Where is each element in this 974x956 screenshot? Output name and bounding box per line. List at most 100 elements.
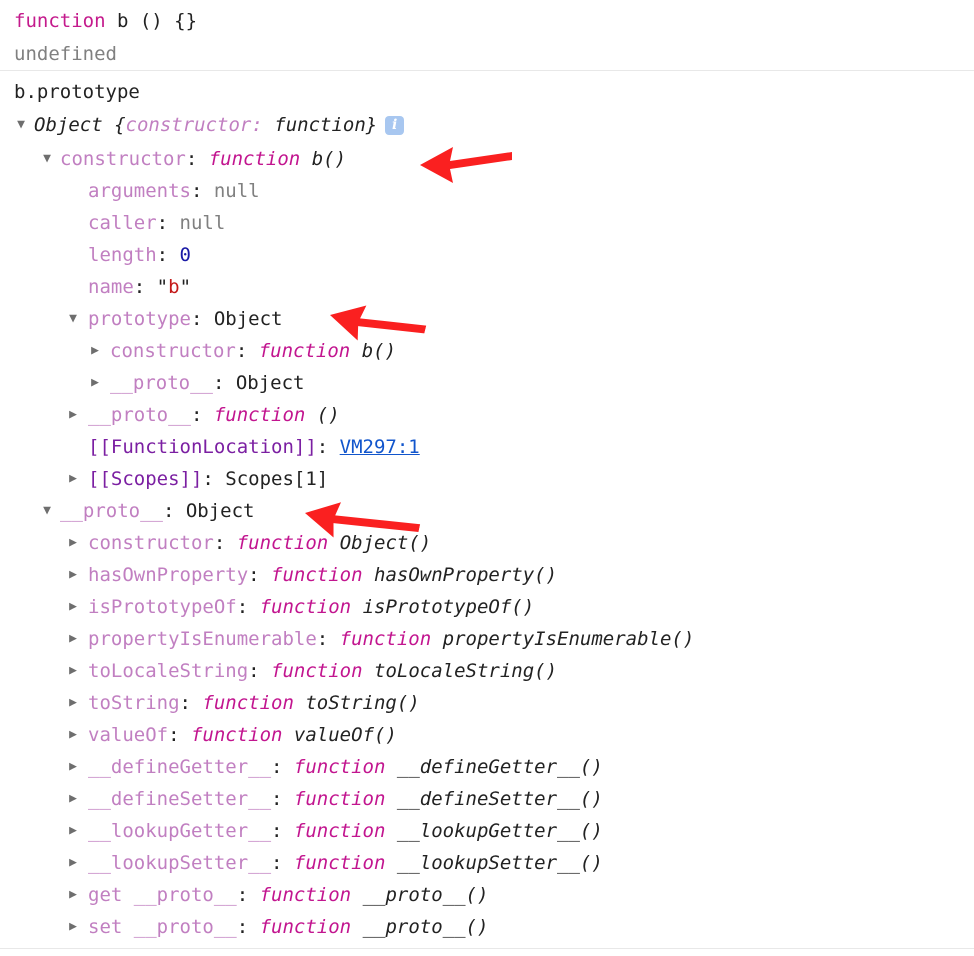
function-keyword: function: [259, 884, 352, 906]
console-evaluation-block: function b () {} undefined: [0, 0, 974, 70]
object-preview-row[interactable]: Object {constructor: function} i: [0, 109, 974, 141]
function-keyword: function: [259, 596, 352, 618]
function-signature: isPrototypeOf(): [351, 596, 535, 618]
property-row[interactable]: isPrototypeOf: function isPrototypeOf(): [0, 591, 974, 623]
property-row[interactable]: __proto__: Object: [0, 367, 974, 399]
object-type-label: Object: [34, 114, 103, 136]
disclosure-triangle-expanded[interactable]: [40, 143, 54, 175]
property-separator: :: [190, 404, 214, 426]
disclosure-triangle-collapsed[interactable]: [66, 527, 80, 559]
property-separator: :: [162, 500, 186, 522]
function-signature: __lookupSetter__(): [385, 852, 603, 874]
disclosure-triangle-expanded[interactable]: [40, 495, 54, 527]
disclosure-triangle-collapsed[interactable]: [66, 847, 80, 879]
property-name: name: [88, 276, 134, 298]
disclosure-triangle-collapsed[interactable]: [66, 399, 80, 431]
property-value: Object: [213, 308, 283, 330]
property-separator: :: [271, 852, 294, 874]
string-value: b: [168, 276, 180, 298]
property-separator: :: [133, 276, 157, 298]
property-row[interactable]: constructor: function b(): [0, 335, 974, 367]
disclosure-triangle-collapsed[interactable]: [88, 335, 102, 367]
function-signature: hasOwnProperty(): [362, 564, 558, 586]
property-row[interactable]: hasOwnProperty: function hasOwnProperty(…: [0, 559, 974, 591]
property-separator: :: [271, 820, 294, 842]
property-row[interactable]: __lookupSetter__: function __lookupSette…: [0, 847, 974, 879]
property-value: null: [179, 212, 226, 234]
disclosure-triangle-collapsed[interactable]: [66, 911, 80, 943]
property-row[interactable]: [[FunctionLocation]]: VM297:1: [0, 431, 974, 463]
function-signature: b(): [350, 340, 397, 362]
property-row[interactable]: constructor: function Object(): [0, 527, 974, 559]
disclosure-triangle-collapsed[interactable]: [66, 687, 80, 719]
property-row[interactable]: prototype: Object: [0, 303, 974, 335]
function-signature: __defineSetter__(): [385, 788, 603, 810]
disclosure-triangle-root[interactable]: [14, 109, 28, 141]
source-location-link[interactable]: VM297:1: [340, 436, 420, 458]
property-separator: :: [212, 372, 236, 394]
property-name: __proto__: [60, 500, 163, 522]
function-keyword: function: [293, 820, 386, 842]
property-name: __proto__: [110, 372, 213, 394]
property-row[interactable]: get __proto__: function __proto__(): [0, 879, 974, 911]
disclosure-triangle-collapsed[interactable]: [66, 591, 80, 623]
disclosure-triangle-collapsed[interactable]: [66, 879, 80, 911]
disclosure-triangle-collapsed[interactable]: [66, 463, 80, 495]
property-row[interactable]: arguments: null: [0, 175, 974, 207]
property-row[interactable]: length: 0: [0, 239, 974, 271]
property-row[interactable]: __defineGetter__: function __defineGette…: [0, 751, 974, 783]
function-keyword: function: [293, 852, 386, 874]
preview-property-value: function}: [262, 114, 378, 136]
property-separator: :: [271, 756, 294, 778]
property-name: [[FunctionLocation]]: [88, 436, 317, 458]
disclosure-triangle-collapsed[interactable]: [66, 559, 80, 591]
string-quote: ": [179, 276, 192, 298]
disclosure-triangle-collapsed[interactable]: [66, 751, 80, 783]
property-row[interactable]: __proto__: Object: [0, 495, 974, 527]
info-icon[interactable]: i: [385, 116, 405, 135]
property-separator: :: [190, 180, 214, 202]
property-row[interactable]: __proto__: function (): [0, 399, 974, 431]
property-separator: :: [236, 884, 260, 906]
property-row[interactable]: __defineSetter__: function __defineSette…: [0, 783, 974, 815]
function-keyword: function: [339, 628, 432, 650]
function-signature: b(): [300, 148, 347, 170]
property-name: __proto__: [88, 404, 191, 426]
property-row[interactable]: set __proto__: function __proto__(): [0, 911, 974, 943]
object-property-tree: constructor: function b()arguments: null…: [0, 141, 974, 943]
property-name: length: [88, 244, 157, 266]
property-name: __lookupSetter__: [88, 852, 272, 874]
disclosure-triangle-collapsed[interactable]: [66, 783, 80, 815]
property-row[interactable]: toString: function toString(): [0, 687, 974, 719]
disclosure-triangle-collapsed[interactable]: [66, 623, 80, 655]
preview-brace-open: {: [102, 114, 126, 136]
disclosure-triangle-expanded[interactable]: [66, 303, 80, 335]
disclosure-triangle-collapsed[interactable]: [66, 719, 80, 751]
console-input-echo[interactable]: b.prototype: [0, 71, 974, 109]
property-name: toString: [88, 692, 180, 714]
property-name: constructor: [110, 340, 236, 362]
disclosure-triangle-collapsed[interactable]: [66, 655, 80, 687]
function-keyword: function: [259, 916, 352, 938]
property-value: Object: [185, 500, 255, 522]
property-row[interactable]: constructor: function b(): [0, 143, 974, 175]
undefined-result-line: undefined: [14, 43, 117, 65]
property-row[interactable]: valueOf: function valueOf(): [0, 719, 974, 751]
property-name: __lookupGetter__: [88, 820, 272, 842]
section-divider-bottom: [0, 948, 974, 949]
property-row[interactable]: toLocaleString: function toLocaleString(…: [0, 655, 974, 687]
function-signature: __defineGetter__(): [385, 756, 603, 778]
property-separator: :: [236, 596, 260, 618]
disclosure-triangle-collapsed[interactable]: [88, 367, 102, 399]
evaluated-function-line: function b () {}: [0, 4, 974, 38]
property-row[interactable]: __lookupGetter__: function __lookupGette…: [0, 815, 974, 847]
string-quote: ": [156, 276, 169, 298]
property-separator: :: [156, 212, 180, 234]
function-keyword: function: [236, 532, 329, 554]
function-signature: toLocaleString(): [362, 660, 558, 682]
property-row[interactable]: [[Scopes]]: Scopes[1]: [0, 463, 974, 495]
property-row[interactable]: caller: null: [0, 207, 974, 239]
property-row[interactable]: propertyIsEnumerable: function propertyI…: [0, 623, 974, 655]
disclosure-triangle-collapsed[interactable]: [66, 815, 80, 847]
property-row[interactable]: name: "b": [0, 271, 974, 303]
